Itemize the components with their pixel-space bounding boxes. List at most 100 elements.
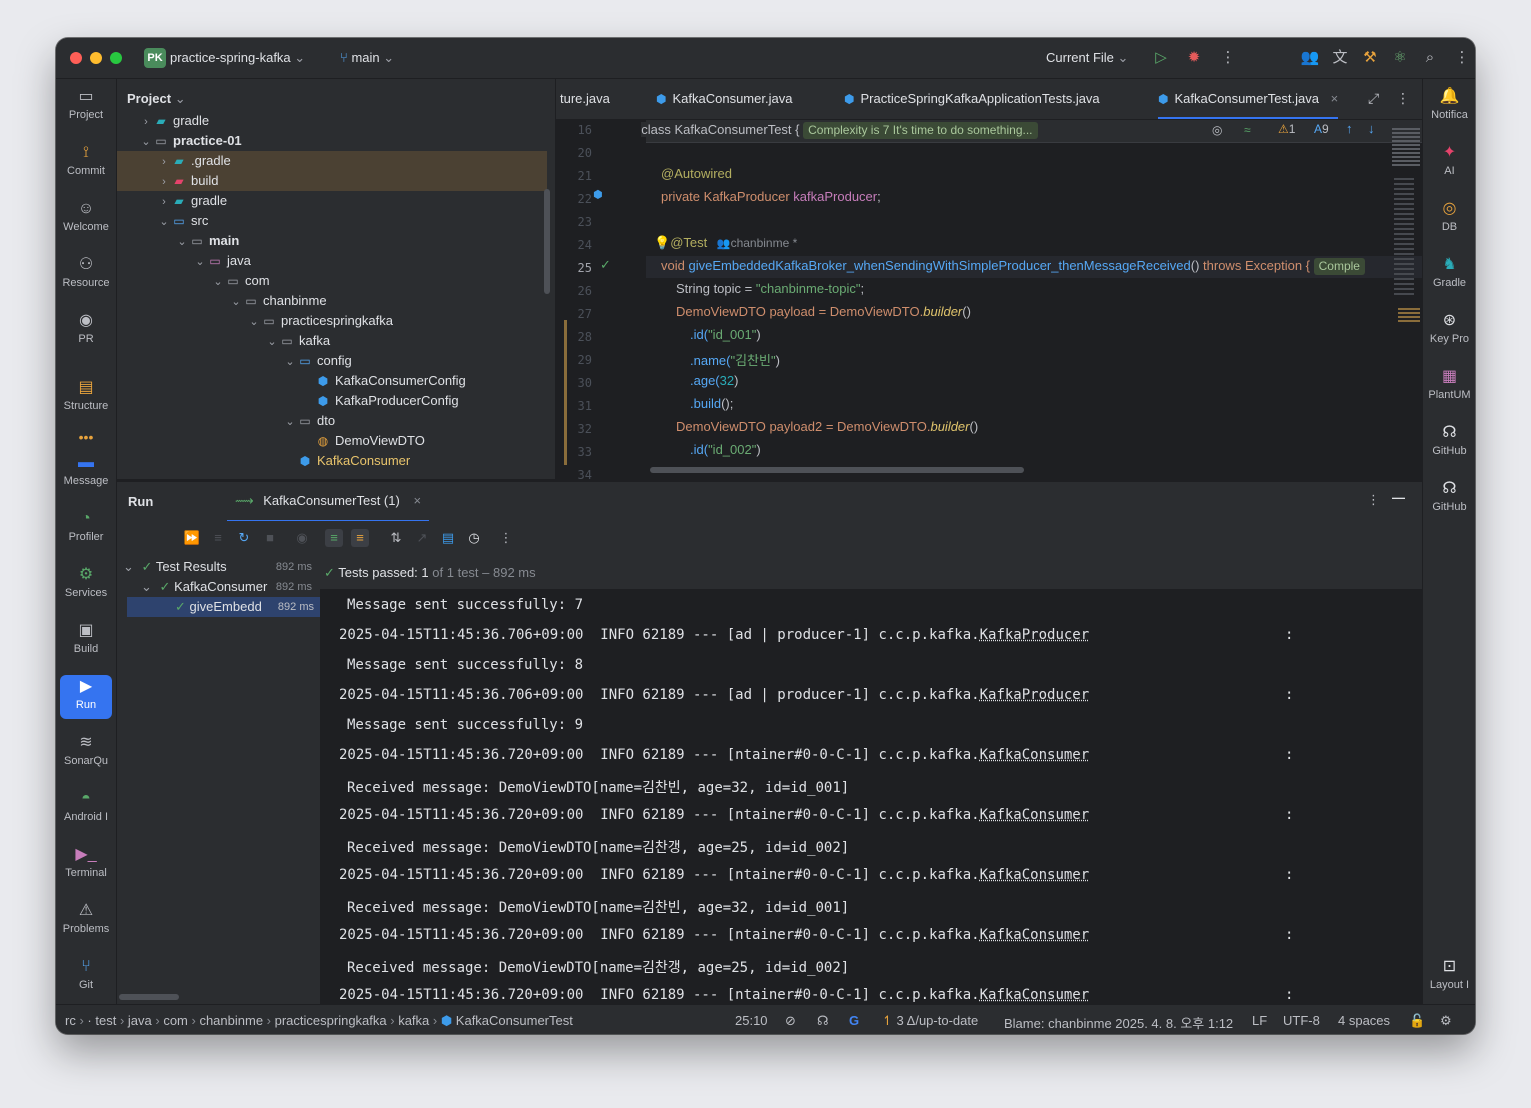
breadcrumb-item[interactable]: java	[128, 1013, 152, 1028]
show-passed-toggle-icon[interactable]: ≡	[325, 529, 343, 547]
breadcrumb-item[interactable]: kafka	[398, 1013, 429, 1028]
sort-icon[interactable]: ⇅	[387, 529, 405, 547]
tree-item[interactable]: › ▰ gradle	[117, 191, 547, 211]
line-number[interactable]: 27	[564, 307, 592, 321]
project-panel-title[interactable]: Project ⌄	[127, 91, 186, 107]
tool-pr[interactable]: ◉ PR	[60, 309, 112, 357]
zoom-window-button[interactable]	[110, 52, 122, 64]
tree-item[interactable]: ⌄ ▭ kafka	[117, 331, 547, 351]
breadcrumb-item[interactable]: rc	[65, 1013, 76, 1028]
tool-commit[interactable]: ⟟ Commit	[60, 141, 112, 189]
translate-icon[interactable]: 文	[1330, 48, 1350, 68]
tree-item[interactable]: › ▰ build	[117, 171, 547, 191]
chevron-down-icon[interactable]: ⌄	[211, 272, 225, 292]
blame-info[interactable]: Blame: chanbinme 2025. 4. 8. 오후 1:12	[1004, 1013, 1233, 1032]
tools-icon[interactable]: ⚒	[1360, 48, 1380, 68]
minimap[interactable]	[1392, 128, 1420, 328]
tree-item[interactable]: ⌄ ▭ practice-01	[117, 131, 547, 151]
line-number[interactable]: 26	[564, 284, 592, 298]
line-number[interactable]: 33	[564, 445, 592, 459]
tree-item[interactable]: ⬢ KafkaConsumer	[117, 451, 547, 471]
line-number[interactable]: 24	[564, 238, 592, 252]
chevron-down-icon[interactable]: ⌄	[229, 292, 243, 312]
next-problem-icon[interactable]: ↓	[1368, 121, 1375, 136]
tool-services[interactable]: ⚙ Services	[60, 563, 112, 611]
breadcrumb-item[interactable]: com	[163, 1013, 188, 1028]
run-tab[interactable]: ⟿ KafkaConsumerTest (1) ×	[227, 482, 430, 522]
project-selector[interactable]: practice-spring-kafka ⌄	[170, 50, 305, 66]
memory-indicator-icon[interactable]: ⚙	[1440, 1013, 1452, 1029]
line-number[interactable]: 30	[564, 376, 592, 390]
tool-build[interactable]: ▣ Build	[60, 619, 112, 667]
close-icon[interactable]: ×	[1331, 91, 1339, 106]
export-icon[interactable]: ↗	[413, 529, 431, 547]
breadcrumb-item[interactable]: practicespringkafka	[275, 1013, 387, 1028]
line-number[interactable]: 28	[564, 330, 592, 344]
chevron-down-icon[interactable]: ⌄	[139, 132, 153, 152]
test-history-icon[interactable]: ▤	[439, 529, 457, 547]
warning-icon[interactable]: ⚠1	[1278, 122, 1295, 136]
close-window-button[interactable]	[70, 52, 82, 64]
tool-resource[interactable]: ⚇ Resource	[60, 253, 112, 301]
tool-android[interactable]: ◓ Android I	[60, 787, 112, 835]
line-number[interactable]: 32	[564, 422, 592, 436]
stop-rerun-icon[interactable]: ≡	[209, 529, 227, 547]
rerun-failed-icon[interactable]: ⏩	[183, 529, 201, 547]
tree-h-scrollbar[interactable]	[119, 994, 179, 1000]
tree-item[interactable]: ⌄ ▭ main	[117, 231, 547, 251]
tool-profiler[interactable]: ◔ Profiler	[60, 507, 112, 555]
tool-run[interactable]: ▶ Run	[60, 675, 112, 719]
expand-icon[interactable]: ⤢	[1368, 90, 1379, 107]
ai-assist-icon[interactable]: ≈	[1244, 123, 1251, 137]
tab-kafkaconsumertest-java[interactable]: ⬢ KafkaConsumerTest.java ×	[1158, 79, 1339, 119]
tool-github-copilot[interactable]: ☊ GitHub	[1423, 421, 1475, 469]
tab-feature-java[interactable]: ture.java	[560, 79, 610, 119]
lock-icon[interactable]: 🔓	[1409, 1013, 1425, 1029]
tree-test-results[interactable]: ⌄ ✓ Test Results 892 ms	[123, 557, 318, 577]
tree-item[interactable]: ⌄ ▭ src	[117, 211, 547, 231]
more-icon[interactable]: ⋮	[497, 529, 515, 547]
run-icon[interactable]: ▷	[1151, 48, 1171, 68]
line-number[interactable]: 25	[564, 261, 592, 275]
more-actions-icon[interactable]: ⋮	[1218, 48, 1238, 68]
tool-project[interactable]: ▭ Project	[60, 85, 112, 133]
copilot-status-icon[interactable]: ☊	[817, 1013, 829, 1029]
tool-structure[interactable]: ▤ Structure	[60, 376, 112, 424]
tool-notifications[interactable]: 🔔 Notifica	[1423, 85, 1475, 133]
minimize-panel-icon[interactable]: —	[1392, 490, 1405, 505]
atom-icon[interactable]: ⚛	[1390, 48, 1410, 68]
complexity-inline-hint[interactable]: Comple	[1313, 258, 1365, 275]
tool-db[interactable]: ◎ DB	[1423, 197, 1475, 245]
tree-item[interactable]: ⌄ ▭ practicespringkafka	[117, 311, 547, 331]
search-icon[interactable]: ⌕	[1420, 48, 1440, 68]
class-link[interactable]: KafkaConsumer	[980, 987, 1090, 1003]
more-tools-icon[interactable]: •••	[60, 429, 112, 445]
tool-plantuml[interactable]: ▦ PlantUM	[1423, 365, 1475, 413]
line-separator[interactable]: LF	[1252, 1013, 1267, 1028]
chevron-right-icon[interactable]: ›	[157, 192, 171, 212]
tool-message[interactable]: ▬ Message	[60, 451, 112, 499]
close-icon[interactable]: ×	[413, 493, 421, 508]
line-number[interactable]: 22	[564, 192, 592, 206]
chevron-down-icon[interactable]: ⌄	[157, 212, 171, 232]
line-number[interactable]: 31	[564, 399, 592, 413]
line-number[interactable]: 23	[564, 215, 592, 229]
complexity-hint[interactable]: Complexity is 7 It's time to do somethin…	[803, 122, 1038, 139]
tool-sonarqube[interactable]: ≋ SonarQu	[60, 731, 112, 779]
debug-icon[interactable]: ✹	[1184, 48, 1204, 68]
chevron-down-icon[interactable]: ⌄	[193, 252, 207, 272]
code-editor[interactable]: 20 21 22 23 24 25 26 27 28 29 30 31 32 33 34 ⬢ ✓ 16 cl…	[556, 120, 1422, 480]
tree-scrollbar[interactable]	[544, 189, 550, 294]
chevron-right-icon[interactable]: ›	[157, 152, 171, 172]
tree-item[interactable]: ⌄ ▭ config	[117, 351, 547, 371]
prev-problem-icon[interactable]: ↑	[1346, 121, 1353, 136]
chevron-down-icon[interactable]: ⌄	[283, 352, 297, 372]
tree-item[interactable]: ⌄ ▭ chanbinme	[117, 291, 547, 311]
tree-item[interactable]: › ▰ .gradle	[117, 151, 547, 171]
class-link[interactable]: KafkaConsumer	[980, 867, 1090, 883]
line-number[interactable]: 21	[564, 169, 592, 183]
tool-github-copilot-chat[interactable]: ☊ GitHub	[1423, 477, 1475, 525]
class-link[interactable]: KafkaConsumer	[980, 747, 1090, 763]
tree-item[interactable]: ⌄ ▭ com	[117, 271, 547, 291]
stop-icon[interactable]: ■	[261, 529, 279, 547]
